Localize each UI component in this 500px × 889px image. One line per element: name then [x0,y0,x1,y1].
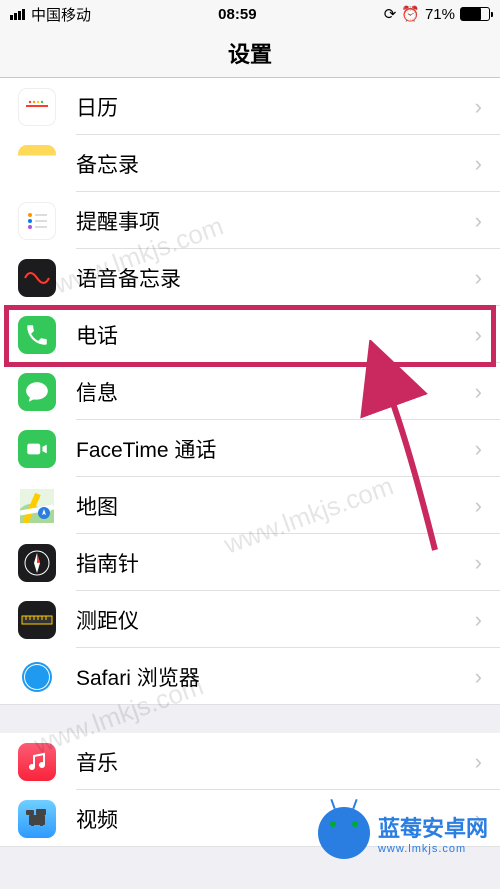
settings-row-safari[interactable]: Safari 浏览器› [0,648,500,705]
signal-icon [10,9,25,20]
chevron-right-icon: › [475,208,482,234]
settings-group: 日历›备忘录›提醒事项›语音备忘录›电话›信息›FaceTime 通话›地图›指… [0,78,500,705]
settings-row-messages[interactable]: 信息› [0,363,500,420]
row-label: Safari 浏览器 [76,662,475,692]
settings-row-notes[interactable]: 备忘录› [0,135,500,192]
row-label: 指南针 [76,548,475,578]
page-title: 设置 [228,37,272,69]
compass-icon [18,544,56,582]
settings-row-reminders[interactable]: 提醒事项› [0,192,500,249]
row-label: 日历 [76,92,475,122]
notes-icon [18,145,56,183]
settings-group: 音乐›视频› [0,733,500,847]
maps-icon [18,487,56,525]
battery-pct-label: 71% [425,6,455,23]
settings-row-music[interactable]: 音乐› [0,733,500,790]
chevron-right-icon: › [475,436,482,462]
row-label: 信息 [76,377,475,407]
settings-row-compass[interactable]: 指南针› [0,534,500,591]
messages-icon [18,373,56,411]
reminders-icon [18,202,56,240]
row-label: 语音备忘录 [76,263,475,293]
nav-bar: 设置 [0,28,500,78]
video-icon [18,800,56,838]
chevron-right-icon: › [475,550,482,576]
calendar-icon [18,88,56,126]
chevron-right-icon: › [475,379,482,405]
chevron-right-icon: › [475,265,482,291]
chevron-right-icon: › [475,664,482,690]
chevron-right-icon: › [475,493,482,519]
settings-row-measure[interactable]: 测距仪› [0,591,500,648]
phone-icon [18,316,56,354]
battery-icon [460,7,490,21]
row-label: 备忘录 [76,149,475,179]
row-label: 电话 [76,320,475,350]
chevron-right-icon: › [475,607,482,633]
chevron-right-icon: › [475,94,482,120]
status-bar: 中国移动 08:59 ⟳ ⏰ 71% [0,0,500,28]
row-label: 测距仪 [76,605,475,635]
chevron-right-icon: › [475,749,482,775]
row-label: 音乐 [76,747,475,777]
settings-row-facetime[interactable]: FaceTime 通话› [0,420,500,477]
settings-row-calendar[interactable]: 日历› [0,78,500,135]
settings-row-voice[interactable]: 语音备忘录› [0,249,500,306]
voice-memos-icon [18,259,56,297]
settings-row-maps[interactable]: 地图› [0,477,500,534]
row-label: FaceTime 通话 [76,434,475,464]
row-label: 地图 [76,491,475,521]
row-label: 提醒事项 [76,206,475,236]
chevron-right-icon: › [475,322,482,348]
settings-row-video[interactable]: 视频› [0,790,500,847]
measure-icon [18,601,56,639]
alarm-icon: ⏰ [401,5,420,23]
safari-icon [18,658,56,696]
settings-row-phone[interactable]: 电话› [0,306,500,363]
chevron-right-icon: › [475,151,482,177]
carrier-label: 中国移动 [31,4,91,25]
facetime-icon [18,430,56,468]
clock-label: 08:59 [218,6,256,23]
orientation-lock-icon: ⟳ [384,5,397,23]
chevron-right-icon: › [475,806,482,832]
music-icon [18,743,56,781]
row-label: 视频 [76,804,475,834]
